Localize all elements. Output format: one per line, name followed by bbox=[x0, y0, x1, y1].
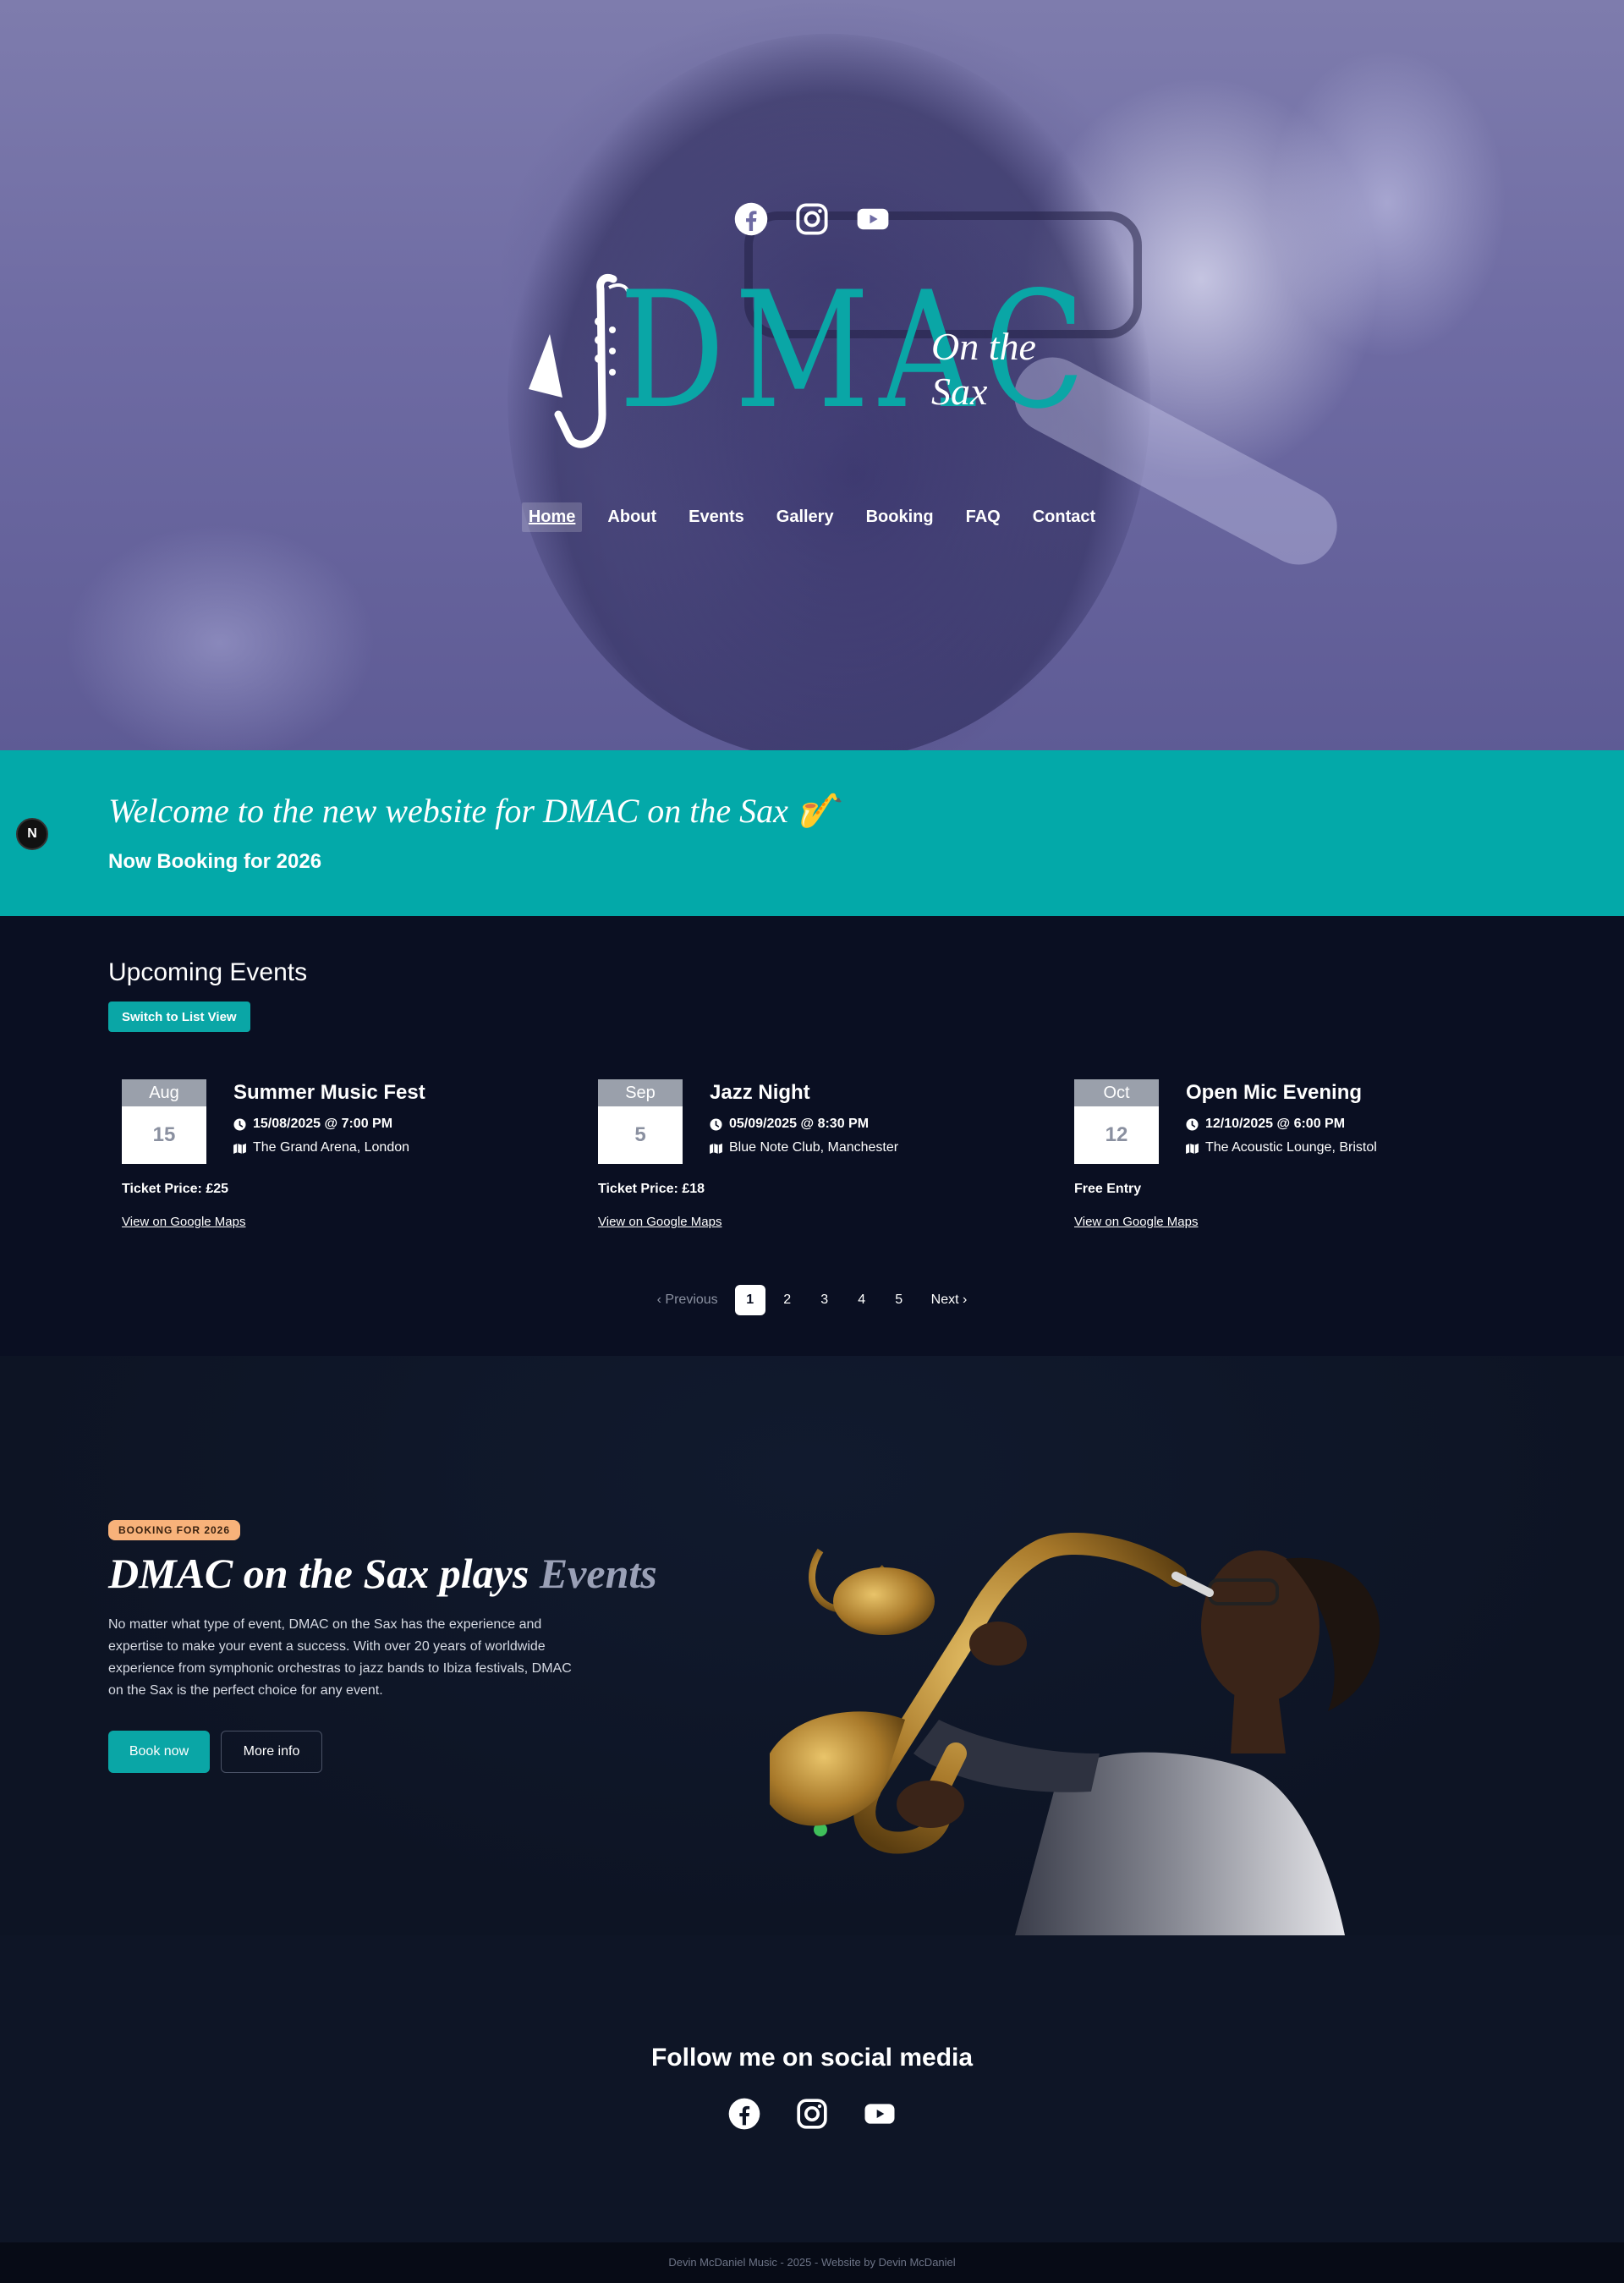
booking-subtitle: Now Booking for 2026 bbox=[108, 850, 322, 873]
follow-heading: Follow me on social media bbox=[650, 2044, 974, 2072]
book-now-button[interactable]: Book now bbox=[108, 1731, 210, 1773]
event-month: Sep bbox=[598, 1079, 683, 1106]
saxophone-logo-icon bbox=[529, 273, 629, 448]
map-icon bbox=[1186, 1143, 1199, 1154]
event-card: Oct 12 Open Mic Evening 12/10/2025 @ 6:0… bbox=[1061, 1079, 1467, 1249]
pagination-page[interactable]: 4 bbox=[847, 1285, 877, 1315]
nav-about[interactable]: About bbox=[601, 502, 663, 532]
event-date-calendar: Oct 12 bbox=[1074, 1079, 1159, 1164]
youtube-icon[interactable] bbox=[855, 201, 891, 237]
event-location: The Grand Arena, London bbox=[253, 1140, 410, 1155]
facebook-icon[interactable] bbox=[733, 201, 769, 237]
event-month: Aug bbox=[122, 1079, 206, 1106]
event-title: Jazz Night bbox=[710, 1081, 810, 1104]
event-price: Free Entry bbox=[1074, 1182, 1142, 1196]
event-date-calendar: Sep 5 bbox=[598, 1079, 683, 1164]
event-day: 12 bbox=[1105, 1123, 1128, 1146]
chevron-left-icon: ‹ bbox=[656, 1292, 666, 1307]
pagination-page[interactable]: 1 bbox=[734, 1285, 765, 1315]
event-price: Ticket Price: £25 bbox=[122, 1182, 229, 1196]
clock-icon bbox=[1186, 1117, 1199, 1131]
nav-faq[interactable]: FAQ bbox=[959, 502, 1007, 532]
dev-tools-badge[interactable]: N bbox=[16, 818, 48, 850]
view-on-google-maps-link[interactable]: View on Google Maps bbox=[122, 1215, 245, 1229]
switch-to-list-view-button[interactable]: Switch to List View bbox=[108, 1002, 250, 1032]
nav-booking[interactable]: Booking bbox=[859, 502, 941, 532]
event-day: 15 bbox=[152, 1123, 176, 1146]
event-location: Blue Note Club, Manchester bbox=[729, 1140, 899, 1155]
nav-events[interactable]: Events bbox=[682, 502, 751, 532]
map-icon bbox=[233, 1143, 246, 1154]
nav-gallery[interactable]: Gallery bbox=[770, 502, 841, 532]
promo-description: No matter what type of event, DMAC on th… bbox=[108, 1617, 572, 1698]
promo-title: DMAC on the Sax plays Events bbox=[108, 1550, 657, 1597]
event-title: Summer Music Fest bbox=[233, 1081, 425, 1104]
pagination-page[interactable]: 2 bbox=[772, 1285, 803, 1315]
instagram-icon[interactable] bbox=[795, 2097, 829, 2131]
hero-banner: DMAC On the Sax Home About Events Galler… bbox=[0, 0, 1624, 750]
event-title: Open Mic Evening bbox=[1186, 1081, 1363, 1104]
footer-social-links bbox=[0, 2097, 1624, 2131]
saxophonist-photo bbox=[770, 1532, 1380, 1935]
pagination-next[interactable]: Next › bbox=[921, 1285, 973, 1315]
map-icon bbox=[710, 1143, 722, 1154]
welcome-title: Welcome to the new website for DMAC on t… bbox=[108, 792, 839, 830]
hero-social-links bbox=[0, 201, 1624, 237]
event-month: Oct bbox=[1074, 1079, 1159, 1106]
event-price: Ticket Price: £18 bbox=[598, 1182, 705, 1196]
chevron-right-icon: › bbox=[958, 1292, 968, 1307]
main-nav: Home About Events Gallery Booking FAQ Co… bbox=[0, 502, 1624, 532]
view-on-google-maps-link[interactable]: View on Google Maps bbox=[1074, 1215, 1198, 1229]
event-day: 5 bbox=[634, 1123, 646, 1146]
logo-tagline: On the Sax bbox=[931, 325, 1036, 413]
pagination-page[interactable]: 3 bbox=[809, 1285, 840, 1315]
booking-promo-section: BOOKING FOR 2026 DMAC on the Sax plays E… bbox=[0, 1356, 1624, 1935]
clock-icon bbox=[233, 1117, 246, 1131]
site-logo[interactable]: DMAC On the Sax bbox=[524, 271, 1100, 465]
booking-badge: BOOKING FOR 2026 bbox=[108, 1520, 241, 1540]
site-footer: Devin McDaniel Music - 2025 - Website by… bbox=[0, 2242, 1624, 2283]
event-time: 15/08/2025 @ 7:00 PM bbox=[253, 1117, 393, 1131]
youtube-icon[interactable] bbox=[863, 2097, 897, 2131]
facebook-icon[interactable] bbox=[727, 2097, 761, 2131]
event-card: Aug 15 Summer Music Fest 15/08/2025 @ 7:… bbox=[108, 1079, 514, 1249]
events-heading: Upcoming Events bbox=[108, 958, 308, 986]
event-time: 05/09/2025 @ 8:30 PM bbox=[729, 1117, 870, 1131]
event-location: The Acoustic Lounge, Bristol bbox=[1205, 1140, 1377, 1155]
clock-icon bbox=[710, 1117, 722, 1131]
pagination-previous[interactable]: ‹ Previous bbox=[652, 1285, 728, 1315]
pagination: ‹ Previous 1 2 3 4 5 Next › bbox=[0, 1285, 1624, 1315]
pagination-page[interactable]: 5 bbox=[884, 1285, 914, 1315]
nav-contact[interactable]: Contact bbox=[1026, 502, 1102, 532]
event-date-calendar: Aug 15 bbox=[122, 1079, 206, 1164]
event-card: Sep 5 Jazz Night 05/09/2025 @ 8:30 PM Bl… bbox=[584, 1079, 990, 1249]
upcoming-events-section: Upcoming Events Switch to List View Aug … bbox=[0, 916, 1624, 1356]
view-on-google-maps-link[interactable]: View on Google Maps bbox=[598, 1215, 721, 1229]
event-time: 12/10/2025 @ 6:00 PM bbox=[1205, 1117, 1346, 1131]
instagram-icon[interactable] bbox=[794, 201, 830, 237]
welcome-banner: Welcome to the new website for DMAC on t… bbox=[0, 750, 1624, 916]
nav-home[interactable]: Home bbox=[521, 502, 583, 532]
social-follow-section: Follow me on social media bbox=[0, 1935, 1624, 2242]
more-info-button[interactable]: More info bbox=[221, 1731, 322, 1773]
